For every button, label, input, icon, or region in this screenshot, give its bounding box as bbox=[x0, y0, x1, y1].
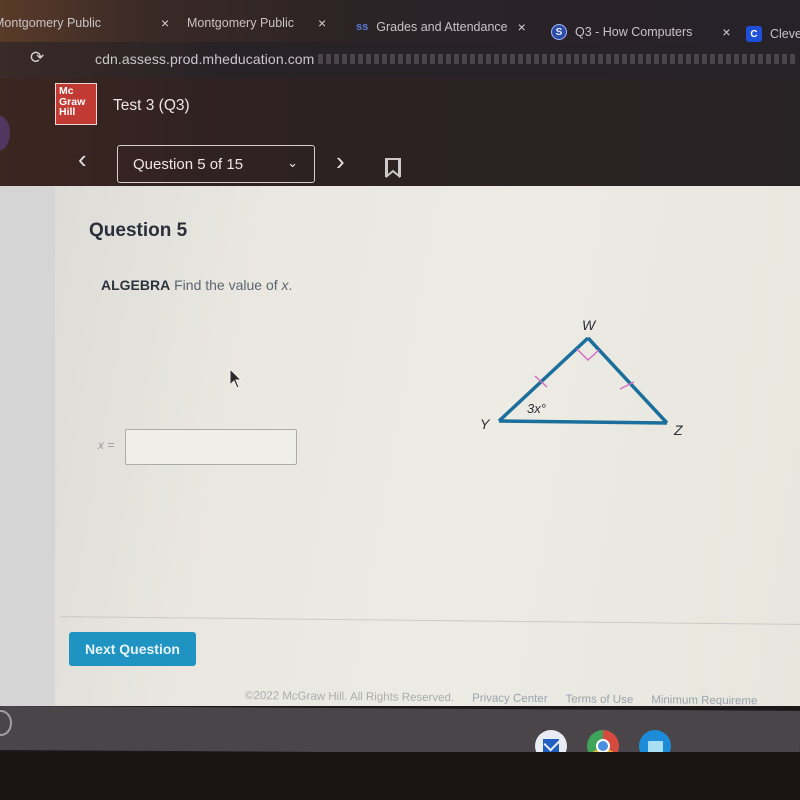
tab-label: Grades and Attendance bbox=[376, 20, 508, 34]
prompt-variable: x bbox=[281, 277, 289, 293]
answer-input[interactable] bbox=[125, 429, 297, 465]
tab-close-icon[interactable]: × bbox=[161, 15, 169, 31]
side-wz bbox=[586, 336, 669, 425]
mouse-pointer-icon bbox=[229, 368, 243, 389]
chevron-down-icon: ⌄ bbox=[287, 155, 298, 170]
tab-close-icon[interactable]: × bbox=[318, 15, 326, 31]
left-gutter bbox=[0, 186, 55, 706]
angle-label: 3x° bbox=[527, 401, 546, 416]
tab-label: Montgomery Public bbox=[0, 16, 101, 30]
tab-montgomery-public-1[interactable]: Montgomery Public × bbox=[0, 10, 169, 36]
question-content-area bbox=[0, 186, 800, 706]
test-title: Test 3 (Q3) bbox=[113, 97, 190, 114]
next-question-button[interactable]: Next Question bbox=[69, 632, 196, 666]
schoology-icon: ss bbox=[356, 21, 369, 33]
url-path-blurred bbox=[318, 54, 798, 64]
question-prompt: ALGEBRA Find the value of x. bbox=[101, 277, 292, 293]
tab-close-icon[interactable]: × bbox=[722, 24, 730, 40]
url-field[interactable]: cdn.assess.prod.mheducation.com bbox=[95, 51, 314, 67]
right-angle-mark bbox=[576, 348, 600, 362]
address-bar-row: ⟳ cdn.assess.prod.mheducation.com bbox=[0, 42, 800, 78]
screen: Montgomery Public × Montgomery Public × … bbox=[0, 0, 800, 800]
browser-tab-strip: Montgomery Public × Montgomery Public × … bbox=[0, 0, 800, 42]
question-heading: Question 5 bbox=[89, 220, 188, 241]
prompt-period: . bbox=[288, 277, 293, 293]
tab-close-icon[interactable]: × bbox=[518, 19, 526, 35]
privacy-center-link[interactable]: Privacy Center bbox=[472, 692, 548, 705]
answer-label: x = bbox=[98, 438, 115, 452]
clever-icon: C bbox=[746, 26, 762, 42]
reload-icon[interactable]: ⟳ bbox=[30, 48, 44, 68]
triangle-figure: W Y Z 3x° bbox=[480, 317, 683, 438]
vertex-w-label: W bbox=[582, 317, 597, 333]
schoology-s-icon: S bbox=[551, 24, 567, 40]
minimum-requirements-link[interactable]: Minimum Requireme bbox=[651, 694, 757, 707]
question-selector-label: Question 5 of 15 bbox=[133, 155, 244, 173]
mcgraw-hill-logo: Mc Graw Hill bbox=[55, 83, 97, 125]
tab-label: Montgomery Public bbox=[187, 16, 294, 30]
copyright-text: ©2022 McGraw Hill. All Rights Reserved. bbox=[244, 690, 455, 705]
terms-of-use-link[interactable]: Terms of Use bbox=[565, 693, 633, 706]
question-selector[interactable]: Question 5 of 15 ⌄ bbox=[117, 145, 315, 183]
os-shelf bbox=[0, 706, 800, 755]
side-yz bbox=[498, 419, 668, 425]
next-question-arrow-button[interactable]: › bbox=[336, 146, 345, 177]
bookmark-glyph bbox=[386, 160, 400, 178]
tab-label: Q3 - How Computers bbox=[575, 25, 693, 39]
previous-question-button[interactable]: ‹ bbox=[78, 144, 87, 175]
tab-grades-and-attendance[interactable]: ss Grades and Attendance × bbox=[356, 14, 526, 40]
logo-line: Hill bbox=[59, 106, 76, 118]
logo-line: Mc bbox=[59, 85, 74, 97]
vertex-y-label: Y bbox=[480, 416, 491, 432]
bookmark-icon[interactable] bbox=[385, 158, 401, 178]
tab-montgomery-public-2[interactable]: Montgomery Public × bbox=[187, 10, 326, 36]
laptop-bezel bbox=[0, 752, 800, 800]
tab-label: Cleve bbox=[770, 27, 800, 41]
vertex-z-label: Z bbox=[673, 422, 683, 438]
prompt-text: Find the value of bbox=[174, 277, 278, 293]
subject-label: ALGEBRA bbox=[101, 277, 171, 293]
